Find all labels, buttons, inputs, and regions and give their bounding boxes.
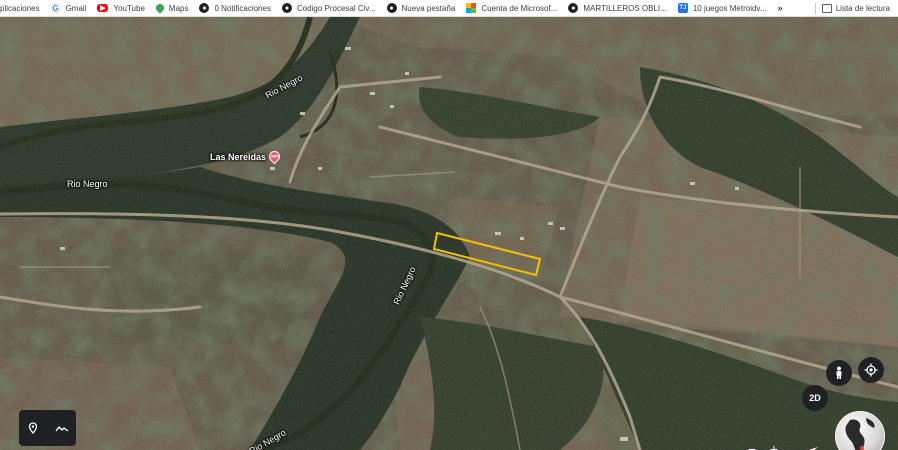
layers-control[interactable] xyxy=(19,410,76,446)
bookmark-label: Cuenta de Microsof... xyxy=(481,3,558,13)
bookmark-codigo-procesal[interactable]: ● Codigo Procesal Civ... xyxy=(281,0,376,16)
google-icon: G xyxy=(50,3,61,13)
youtube-icon: ▶ xyxy=(97,4,109,12)
bookmark-label: Maps xyxy=(168,3,189,13)
globe-icon: ● xyxy=(281,3,292,13)
bookmark-label: Codigo Procesal Civ... xyxy=(296,3,376,13)
place-pin-icon: IMM xyxy=(266,148,283,165)
bookmark-microsoft[interactable]: Cuenta de Microsof... xyxy=(466,0,558,16)
compass-icon[interactable] xyxy=(805,442,819,450)
zoom-controls: − + xyxy=(743,438,823,450)
bookmark-notificaciones[interactable]: ● 0 Notificaciones xyxy=(199,0,271,16)
bookmark-youtube[interactable]: ▶ YouTube xyxy=(97,0,145,16)
place-pin-text: IMM xyxy=(270,154,279,159)
bookmark-label: 10 juegos Metroidv... xyxy=(692,3,767,13)
bookmarks-bar: plicaciones G Gmail ▶ YouTube Maps ● 0 N… xyxy=(0,0,898,17)
pegman-icon xyxy=(836,366,842,379)
bookmark-label: 0 Notificaciones xyxy=(214,3,271,13)
river-label-left: Rio Negro xyxy=(67,179,108,189)
crosshair-icon xyxy=(864,363,878,377)
bookmark-maps[interactable]: Maps xyxy=(154,0,189,16)
zoom-out-button[interactable]: − xyxy=(743,440,761,450)
bookmark-label: plicaciones xyxy=(0,3,40,13)
site-icon: TJ xyxy=(677,3,688,13)
satellite-imagery xyxy=(0,17,898,450)
globe-icon: ● xyxy=(386,3,397,13)
globe-icon: ● xyxy=(199,3,210,13)
divider xyxy=(814,3,816,14)
globe-icon: ● xyxy=(568,3,579,13)
bookmark-label: Gmail xyxy=(65,3,87,13)
location-pin-icon[interactable] xyxy=(23,418,43,438)
terrain-icon[interactable] xyxy=(52,418,72,438)
bookmark-label: Nueva pestaña xyxy=(401,3,456,13)
place-label: Las Nereidas xyxy=(210,151,267,162)
satellite-map[interactable]: Rio Negro Rio Negro Rio Negro Rio Negro … xyxy=(0,17,898,450)
reading-list-label: Lista de lectura xyxy=(835,4,890,13)
my-location-button[interactable] xyxy=(858,357,884,383)
reading-list-icon xyxy=(821,4,832,13)
reading-list-button[interactable]: Lista de lectura xyxy=(804,0,890,16)
more-bookmarks-button[interactable]: » xyxy=(778,3,783,13)
bookmark-nueva-pestana[interactable]: ● Nueva pestaña xyxy=(386,0,456,16)
zoom-in-button[interactable]: + xyxy=(765,440,783,450)
bookmark-label: MARTILLEROS OBLI... xyxy=(583,3,667,13)
street-view-pegman-button[interactable] xyxy=(826,360,852,386)
bookmark-metroidvania[interactable]: TJ 10 juegos Metroidv... xyxy=(677,0,767,16)
maps-icon xyxy=(154,2,166,14)
bookmark-gmail[interactable]: G Gmail xyxy=(50,0,87,16)
toggle-2d-button[interactable]: 2D xyxy=(802,385,828,411)
bookmark-martilleros[interactable]: ● MARTILLEROS OBLI... xyxy=(568,0,667,16)
bookmark-apps[interactable]: plicaciones xyxy=(0,0,40,16)
microsoft-icon xyxy=(466,3,477,13)
place-las-nereidas[interactable]: Las Nereidas IMM xyxy=(210,148,283,165)
bookmark-label: YouTube xyxy=(113,3,145,13)
